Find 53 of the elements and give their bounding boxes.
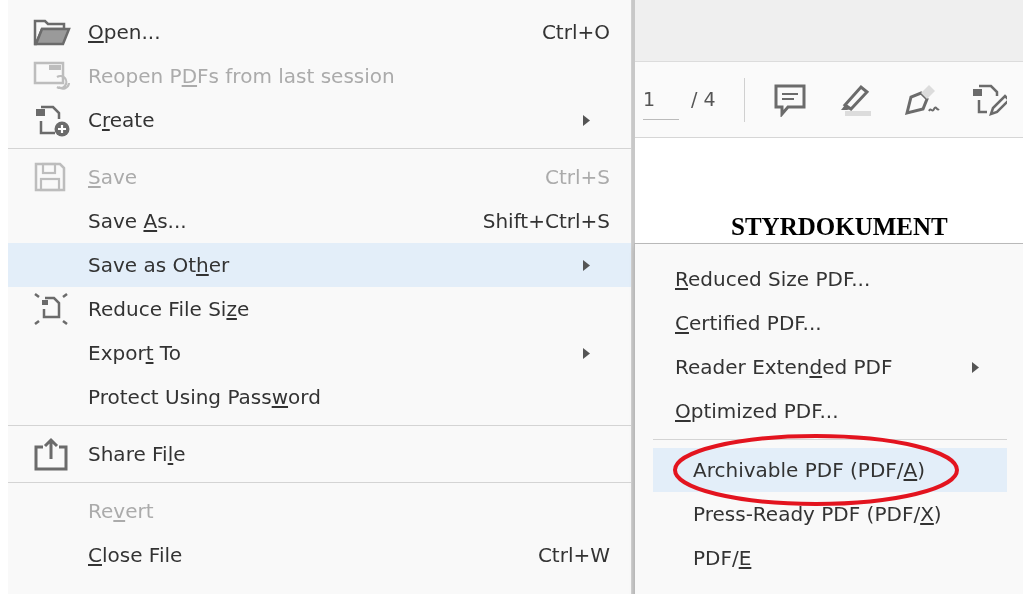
submenu-item-label: PDF/E	[693, 545, 752, 572]
menu-item[interactable]: Close File Ctrl+W	[8, 533, 631, 577]
menu-item[interactable]: Export To	[8, 331, 631, 375]
compress-document-icon	[33, 292, 69, 326]
submenu-item-label: Certified PDF...	[675, 310, 822, 337]
menu-item-label: Create	[88, 107, 155, 134]
pen-sign-icon[interactable]	[902, 82, 943, 117]
menu-item-label: Open...	[88, 19, 161, 46]
submenu-arrow-icon	[583, 259, 590, 271]
menu-item[interactable]: Share File	[8, 432, 631, 476]
submenu-item[interactable]: Reader Extended PDF	[635, 345, 1023, 389]
menu-item-label: Protect Using Password	[88, 384, 321, 411]
menu-item[interactable]: Reduce File Size	[8, 287, 631, 331]
share-icon	[33, 437, 69, 471]
menu-item[interactable]: Save As... Shift+Ctrl+S	[8, 199, 631, 243]
reopen-icon	[33, 61, 71, 91]
menu-item-label: Save	[88, 164, 138, 191]
menu-item-label: Share File	[88, 441, 186, 468]
submenu-item[interactable]: Archivable PDF (PDF/A)	[653, 448, 1007, 492]
document-heading: STYRDOKUMENT	[731, 213, 948, 240]
menu-item-label: Save as Other	[88, 252, 230, 279]
menu-item-label: Revert	[88, 498, 154, 525]
menu-item[interactable]: Create	[8, 98, 631, 142]
submenu-arrow-icon	[583, 347, 590, 359]
submenu-item-label: Archivable PDF (PDF/A)	[693, 457, 926, 484]
folder-icon	[33, 17, 71, 47]
shortcut-text: Ctrl+S	[544, 164, 610, 191]
menu-item-label: Reduce File Size	[88, 296, 250, 323]
menu-item-label: Export To	[88, 340, 181, 367]
submenu-item-label: Press-Ready PDF (PDF/X)	[693, 501, 942, 528]
page-total: / 4	[691, 87, 716, 113]
submenu-item-label: Reader Extended PDF	[675, 354, 893, 381]
page-number-field[interactable]: 1	[643, 78, 679, 121]
submenu-arrow-icon	[972, 361, 979, 373]
comment-icon[interactable]	[772, 82, 807, 117]
submenu-item[interactable]: Reduced Size PDF...	[635, 257, 1023, 301]
create-document-icon	[33, 103, 71, 137]
menu-item-label: Reopen PDFs from last session	[88, 63, 395, 90]
menu-item-label: Save As...	[88, 208, 187, 235]
shortcut-text: Ctrl+O	[541, 19, 610, 46]
menu-item[interactable]: Open... Ctrl+O	[8, 10, 631, 54]
submenu-item[interactable]: Certified PDF...	[635, 301, 1023, 345]
submenu-item-label: Reduced Size PDF...	[675, 266, 871, 293]
menu-item[interactable]: Save as Other	[8, 243, 631, 287]
menu-item-label: Close File	[88, 542, 183, 569]
submenu-arrow-icon	[583, 114, 590, 126]
submenu-item[interactable]: PDF/E	[653, 536, 1007, 580]
submenu-item-label: Optimized PDF...	[675, 398, 839, 425]
shortcut-text: Ctrl+W	[537, 542, 610, 569]
submenu-item[interactable]: Press-Ready PDF (PDF/X)	[653, 492, 1007, 536]
shortcut-text: Shift+Ctrl+S	[482, 208, 610, 235]
submenu-item[interactable]: Optimized PDF...	[635, 389, 1023, 433]
menu-item[interactable]: Protect Using Password	[8, 375, 631, 419]
